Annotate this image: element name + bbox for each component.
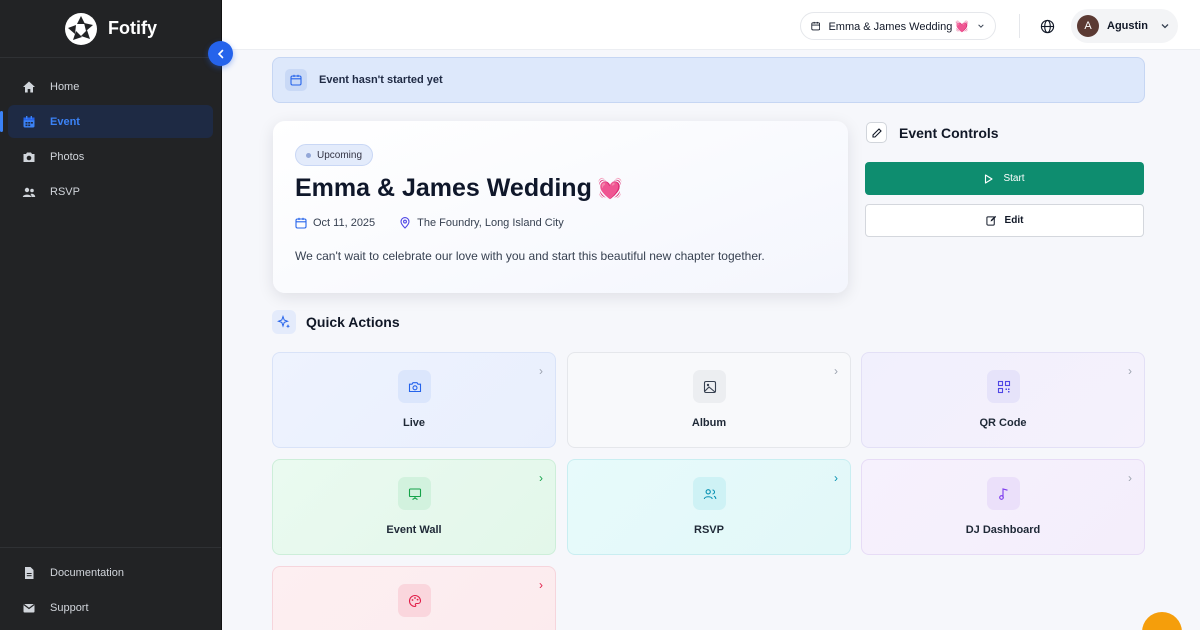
palette-icon <box>398 584 431 617</box>
status-dot <box>306 152 311 158</box>
quick-action-label: Live <box>402 417 425 429</box>
chevron-right-icon: › <box>834 471 838 485</box>
status-badge-label: Upcoming <box>317 149 363 161</box>
sidebar-item-rsvp[interactable]: RSVP <box>8 175 213 208</box>
quick-action-label: RSVP <box>694 524 724 536</box>
edit-icon <box>985 215 996 226</box>
quick-action-album[interactable]: › Album <box>567 352 851 448</box>
chevron-down-icon <box>978 24 984 28</box>
globe-icon <box>1040 19 1054 33</box>
chevron-right-icon: › <box>1128 471 1132 485</box>
chevron-right-icon: › <box>539 364 543 378</box>
sidebar-collapse-button[interactable] <box>208 41 233 66</box>
event-description: We can't wait to celebrate our love with… <box>295 249 765 263</box>
start-button-label: Start <box>1003 173 1025 184</box>
language-button[interactable] <box>1034 13 1060 39</box>
chevron-left-icon <box>217 49 223 58</box>
edit-button-label: Edit <box>1004 215 1024 226</box>
sidebar-item-support[interactable]: Support <box>8 591 213 624</box>
sidebar-footer: Documentation Support <box>0 547 221 630</box>
quick-action-live[interactable]: › Live <box>272 352 556 448</box>
event-meta: Oct 11, 2025 The Foundry, Long Island Ci… <box>295 217 826 229</box>
event-controls-title: Event Controls <box>899 124 999 141</box>
quick-action-rsvp[interactable]: › RSVP <box>567 459 851 555</box>
chevron-down-icon <box>1161 24 1169 29</box>
quick-action-dj-dashboard[interactable]: › DJ Dashboard <box>861 459 1145 555</box>
quick-action-theme[interactable]: › <box>272 566 556 630</box>
brand-name: Fotify <box>108 18 157 38</box>
music-note-icon <box>987 477 1020 510</box>
sidebar-item-label: Support <box>50 601 89 614</box>
quick-actions-heading: Quick Actions <box>272 310 400 334</box>
event-date: Oct 11, 2025 <box>313 217 376 229</box>
play-icon <box>985 173 993 184</box>
quick-action-label: Album <box>691 417 727 429</box>
header-divider <box>1019 14 1020 38</box>
mail-icon <box>22 601 36 615</box>
chevron-right-icon: › <box>834 364 838 378</box>
sidebar-item-documentation[interactable]: Documentation <box>8 556 213 589</box>
quick-action-qr-code[interactable]: › QR Code <box>861 352 1145 448</box>
avatar: A <box>1077 15 1099 37</box>
calendar-icon <box>811 21 821 31</box>
event-location: The Foundry, Long Island City <box>417 217 564 229</box>
heart-emoji: 💓 <box>597 178 623 200</box>
quick-action-event-wall[interactable]: › Event Wall <box>272 459 556 555</box>
event-selector-label: Emma & James Wedding 💓 <box>828 20 970 33</box>
calendar-icon <box>22 115 36 129</box>
sidebar-item-event[interactable]: Event <box>0 105 213 138</box>
chevron-right-icon: › <box>539 471 543 485</box>
event-controls-heading: Event Controls <box>866 122 999 143</box>
sidebar-item-label: Event <box>50 115 80 128</box>
map-pin-icon <box>400 217 410 229</box>
brand[interactable]: Fotify <box>0 0 221 58</box>
calendar-icon <box>285 69 307 91</box>
event-title-text: Emma & James Wedding <box>295 174 592 202</box>
quick-actions-title: Quick Actions <box>306 314 400 330</box>
chevron-right-icon: › <box>1128 364 1132 378</box>
sidebar-item-label: Documentation <box>50 566 124 579</box>
top-header: Emma & James Wedding 💓 A Agustin <box>222 0 1200 50</box>
calendar-icon <box>295 217 307 229</box>
start-button[interactable]: Start <box>865 162 1144 195</box>
image-icon <box>693 370 726 403</box>
home-icon <box>22 80 36 94</box>
user-menu-button[interactable]: A Agustin <box>1071 9 1178 43</box>
qr-code-icon <box>987 370 1020 403</box>
sidebar-item-label: Photos <box>50 150 85 163</box>
camera-icon <box>22 150 36 164</box>
sidebar-item-home[interactable]: Home <box>8 70 213 103</box>
user-name: Agustin <box>1107 20 1148 32</box>
quick-action-label: Event Wall <box>386 524 442 536</box>
sidebar-item-label: Home <box>50 80 80 93</box>
presentation-icon <box>398 477 431 510</box>
sidebar-nav: Home Event Photos RSVP <box>0 58 221 208</box>
banner-text: Event hasn't started yet <box>319 74 443 86</box>
sidebar-item-label: RSVP <box>50 185 80 198</box>
edit-icon <box>866 122 887 143</box>
sidebar: Fotify Home Event Photos RSVP Documentat… <box>0 0 222 630</box>
users-icon <box>693 477 726 510</box>
users-icon <box>22 185 36 199</box>
help-fab-button[interactable] <box>1142 612 1182 630</box>
document-icon <box>22 566 36 580</box>
quick-action-label: QR Code <box>979 417 1027 429</box>
event-status-banner: Event hasn't started yet <box>272 57 1145 103</box>
edit-button[interactable]: Edit <box>865 204 1144 237</box>
aperture-logo-icon <box>65 12 97 45</box>
sparkles-icon <box>272 310 296 334</box>
sidebar-item-photos[interactable]: Photos <box>8 140 213 173</box>
status-badge: Upcoming <box>295 144 374 166</box>
event-card: Upcoming Emma & James Wedding 💓 Oct 11, … <box>273 121 848 293</box>
quick-action-label: DJ Dashboard <box>965 524 1041 536</box>
event-title: Emma & James Wedding 💓 <box>295 174 826 203</box>
chevron-right-icon: › <box>539 578 543 592</box>
camera-icon <box>398 370 431 403</box>
event-selector[interactable]: Emma & James Wedding 💓 <box>800 12 996 40</box>
